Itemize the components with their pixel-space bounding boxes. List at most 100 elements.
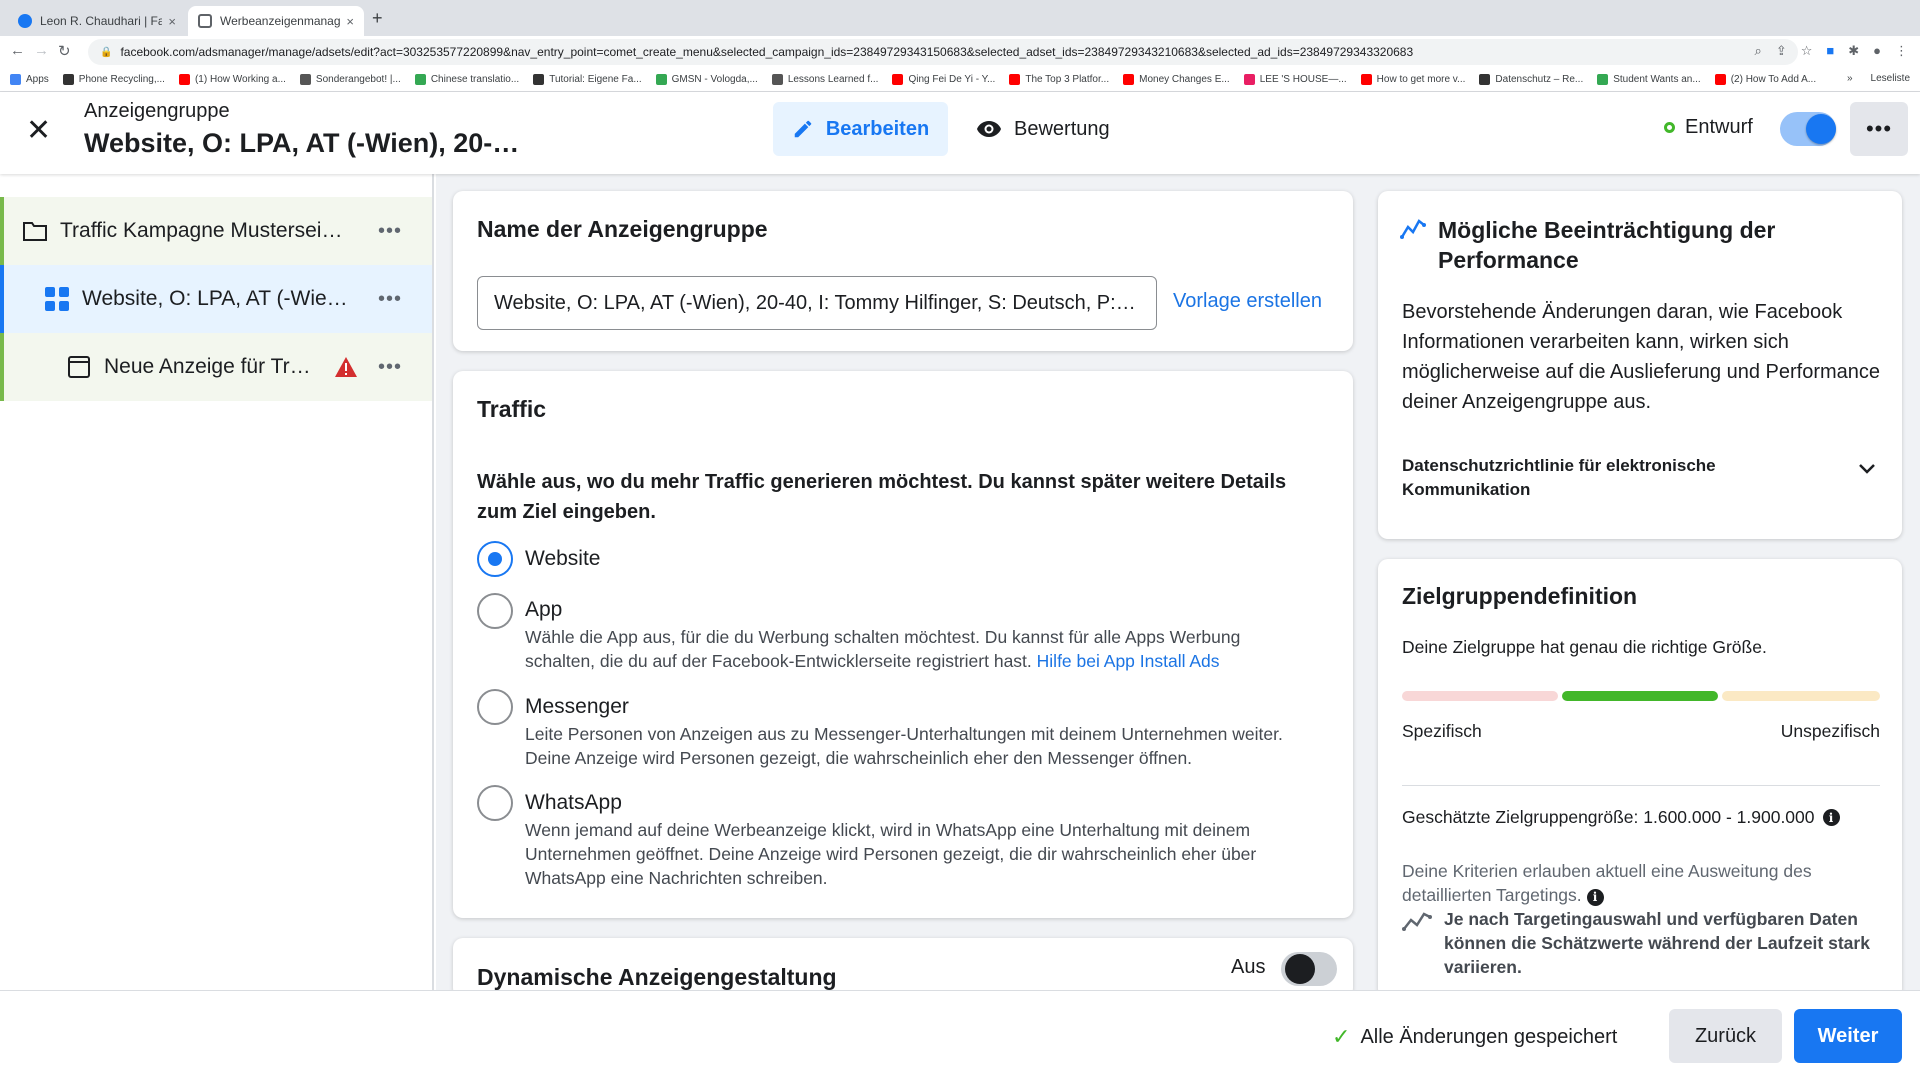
bookmark-label: Datenschutz – Re...	[1495, 74, 1584, 85]
bookmark-item[interactable]: How to get more v...	[1360, 74, 1466, 85]
zoom-icon[interactable]: ⌕	[1755, 43, 1762, 59]
audience-title: Zielgruppendefinition	[1402, 583, 1638, 609]
bookmark-label: Money Changes E...	[1139, 74, 1230, 85]
bookmark-item[interactable]: Student Wants an...	[1597, 74, 1701, 85]
bookmarks-bar: Apps Phone Recycling,... (1) How Working a…	[0, 68, 1920, 92]
tab-close-icon[interactable]: ×	[346, 14, 354, 29]
tree-item-campaign[interactable]: Traffic Kampagne Mustersei… •••	[0, 197, 432, 265]
gauge-specific-label: Spezifisch	[1402, 721, 1482, 741]
dynamic-toggle-label: Aus	[1231, 956, 1266, 978]
dynamic-creative-toggle-knob[interactable]	[1285, 954, 1315, 984]
more-options-button[interactable]: •••	[1850, 102, 1908, 156]
back-button[interactable]: Zurück	[1669, 1009, 1782, 1063]
ad-more-icon[interactable]: •••	[378, 356, 402, 379]
status-indicator: Entwurf	[1664, 116, 1753, 139]
bookmark-item[interactable]: Sonderangebot! |...	[299, 74, 401, 85]
traffic-question: Wähle aus, wo du mehr Traffic generieren…	[477, 471, 1287, 523]
profile-avatar-icon[interactable]: ●	[1873, 43, 1881, 59]
bookmark-item[interactable]: Datenschutz – Re...	[1479, 74, 1583, 85]
bookmark-item[interactable]: Phone Recycling,...	[62, 74, 165, 85]
bookmark-item[interactable]: The Top 3 Platfor...	[1009, 74, 1109, 85]
address-bar[interactable]: 🔒 facebook.com/adsmanager/manage/adsets/…	[88, 39, 1798, 65]
privacy-policy-heading[interactable]: Datenschutzrichtlinie für elektronische …	[1402, 454, 1832, 502]
bookmark-favicon-icon	[1243, 74, 1255, 85]
radio-whatsapp[interactable]	[477, 785, 513, 821]
bookmark-favicon-icon	[62, 74, 74, 85]
edit-button[interactable]: Bearbeiten	[773, 102, 948, 156]
option-whatsapp-label: WhatsApp	[525, 791, 622, 814]
bookmark-label: The Top 3 Platfor...	[1025, 74, 1110, 85]
chevron-down-icon[interactable]	[1858, 463, 1876, 475]
bookmark-label: Sonderangebot! |...	[315, 74, 401, 85]
tree-item-adset[interactable]: Website, O: LPA, AT (-Wie… •••	[0, 265, 432, 333]
bookmarks-overflow-icon[interactable]: »	[1847, 73, 1853, 84]
page-title: Website, O: LPA, AT (-Wien), 20-…	[84, 128, 520, 158]
audience-gauge-ideal	[1562, 691, 1718, 701]
create-template-link[interactable]: Vorlage erstellen	[1173, 290, 1322, 313]
radio-messenger[interactable]	[477, 689, 513, 725]
bookmark-star-icon[interactable]: ☆	[1801, 43, 1813, 59]
url-text: facebook.com/adsmanager/manage/adsets/ed…	[120, 45, 1414, 59]
app-install-help-link[interactable]: Hilfe bei App Install Ads	[1037, 651, 1220, 671]
pencil-icon	[794, 120, 812, 138]
bookmark-label: Student Wants an...	[1613, 74, 1701, 85]
option-app-desc: Wähle die App aus, für die du Werbung sc…	[525, 625, 1315, 673]
audience-status: Deine Zielgruppe hat genau die richtige …	[1402, 637, 1767, 657]
bookmark-favicon-icon	[299, 74, 311, 85]
bookmark-item[interactable]: (1) How Working a...	[178, 74, 286, 85]
bookmark-item[interactable]: Money Changes E...	[1123, 74, 1230, 85]
tree-item-ad[interactable]: Neue Anzeige für Tr… •••	[0, 333, 432, 401]
save-status-label: Alle Änderungen gespeichert	[1360, 1025, 1618, 1048]
puzzle-extension-icon[interactable]: ✱	[1848, 43, 1859, 59]
bookmark-label: Tutorial: Eigene Fa...	[549, 74, 642, 85]
share-icon[interactable]: ⇪	[1776, 43, 1787, 59]
performance-title: Mögliche Beeinträchtigung der Performanc…	[1438, 217, 1776, 273]
campaign-more-icon[interactable]: •••	[378, 220, 402, 243]
active-toggle-knob[interactable]	[1806, 114, 1836, 144]
bookmark-item[interactable]: Tutorial: Eigene Fa...	[533, 74, 642, 85]
adset-name-input[interactable]: Website, O: LPA, AT (-Wien), 20-40, I: T…	[477, 276, 1157, 330]
trend-line-icon	[1402, 912, 1432, 931]
bookmark-label: How to get more v...	[1376, 74, 1466, 85]
new-tab-icon[interactable]: +	[372, 8, 383, 29]
bookmark-item[interactable]: GMSN - Vologda,...	[655, 74, 758, 85]
audience-estimate-note: Je nach Targetingauswahl und verfügbaren…	[1444, 909, 1870, 977]
bookmark-label: Phone Recycling,...	[78, 74, 165, 85]
option-website-label: Website	[525, 547, 601, 570]
bookmark-item[interactable]: Lessons Learned f...	[771, 74, 878, 85]
info-icon[interactable]: i	[1822, 809, 1840, 826]
bookmark-item[interactable]: Apps	[10, 74, 49, 85]
gauge-unspecific-label: Unspezifisch	[1780, 721, 1880, 741]
reload-icon[interactable]: ↻	[58, 42, 71, 60]
forward-arrow-icon[interactable]: →	[34, 42, 49, 59]
traffic-card: Traffic Wähle aus, wo du mehr Traffic ge…	[453, 371, 1353, 918]
radio-website[interactable]	[477, 541, 513, 577]
facebook-favicon-icon	[18, 14, 32, 28]
footer-bar: ✓ Alle Änderungen gespeichert Zurück Wei…	[0, 990, 1920, 1080]
reading-list-button[interactable]: Leseliste	[1871, 73, 1910, 84]
next-button[interactable]: Weiter	[1794, 1009, 1902, 1063]
radio-app[interactable]	[477, 593, 513, 629]
audience-card: Zielgruppendefinition Deine Zielgruppe h…	[1378, 559, 1902, 999]
tab-label: Werbeanzeigenmanager - Wer…	[220, 14, 341, 28]
bookmark-item[interactable]: (2) How To Add A...	[1714, 74, 1816, 85]
tree-item-label: Traffic Kampagne Mustersei…	[60, 219, 343, 242]
adset-more-icon[interactable]: •••	[378, 288, 402, 311]
info-icon[interactable]: i	[1586, 888, 1604, 906]
audience-criteria: Deine Kriterien erlauben aktuell eine Au…	[1402, 859, 1872, 907]
option-whatsapp-desc: Wenn jemand auf deine Werbeanzeige klick…	[525, 820, 1257, 888]
tab-close-icon[interactable]: ×	[168, 14, 176, 29]
back-arrow-icon[interactable]: ←	[10, 42, 25, 59]
bookmark-item[interactable]: Qing Fei De Yi - Y...	[892, 74, 995, 85]
review-button[interactable]: Bewertung	[976, 102, 1110, 156]
bookmark-favicon-icon	[1123, 74, 1135, 85]
browser-tab-facebook[interactable]: Leon R. Chaudhari | Facebook ×	[8, 6, 186, 36]
browser-menu-icon[interactable]: ⋮	[1895, 43, 1908, 59]
browser-tab-adsmanager[interactable]: Werbeanzeigenmanager - Wer… ×	[188, 6, 364, 36]
close-icon[interactable]: ✕	[26, 116, 51, 146]
bookmarks-right: » Leseliste	[1847, 73, 1910, 84]
facebook-extension-icon[interactable]: ■	[1826, 43, 1834, 59]
bookmark-item[interactable]: LEE 'S HOUSE—...	[1243, 74, 1347, 85]
bookmark-favicon-icon	[178, 74, 190, 85]
bookmark-item[interactable]: Chinese translatio...	[414, 74, 519, 85]
